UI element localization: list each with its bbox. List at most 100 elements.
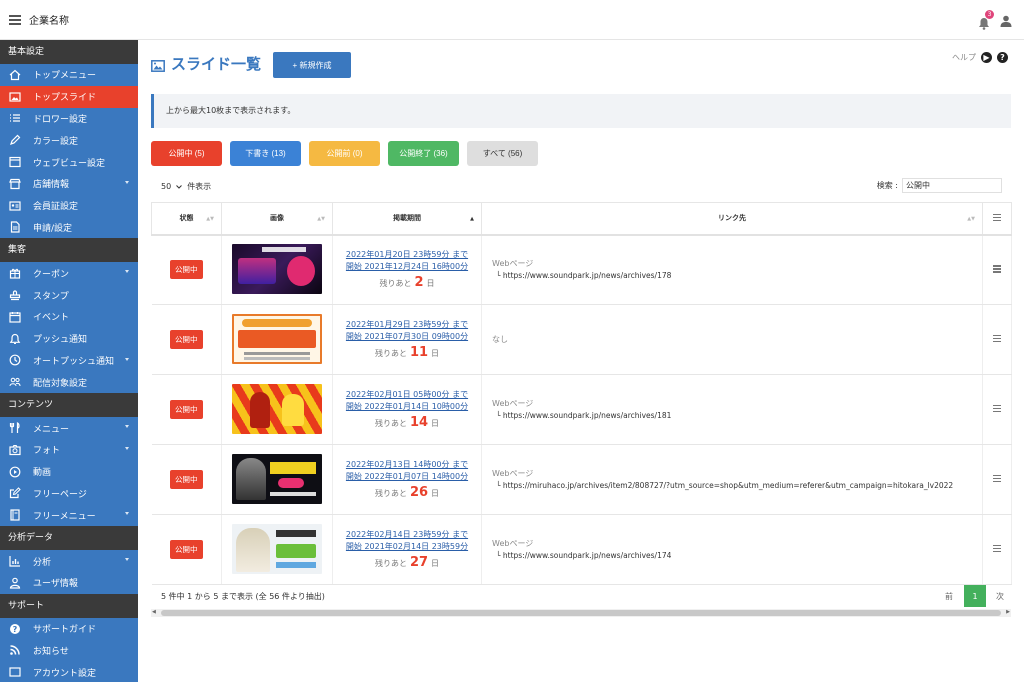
- sidebar-item[interactable]: お知らせ: [0, 640, 138, 662]
- period-end-link[interactable]: 2022年02月01日 05時00分 まで: [333, 389, 481, 401]
- sidebar-item[interactable]: 店舗情報: [0, 173, 138, 195]
- row-menu-icon[interactable]: [993, 403, 1001, 414]
- column-header-link[interactable]: リンク先 ▲▼: [481, 202, 983, 236]
- camera-icon: [9, 444, 21, 456]
- status-filters: 公開中 (5) 下書き (13) 公開前 (0) 公開終了 (36) すべて (56): [151, 141, 538, 166]
- next-page-button[interactable]: 次: [986, 591, 1014, 602]
- status-filter-button[interactable]: 下書き (13): [230, 141, 301, 166]
- calendar-icon: [9, 311, 21, 323]
- help-link[interactable]: ヘルプ: [952, 52, 976, 63]
- caret-down-icon: [125, 446, 129, 450]
- status-badge[interactable]: 公開中: [170, 260, 203, 280]
- sidebar-section-title: 集客: [0, 238, 138, 263]
- status-filter-button[interactable]: 公開終了 (36): [388, 141, 459, 166]
- page-length-select[interactable]: 50: [161, 182, 183, 191]
- sidebar-item[interactable]: フォト: [0, 439, 138, 461]
- status-filter-button[interactable]: 公開前 (0): [309, 141, 380, 166]
- sidebar-item[interactable]: フリーページ: [0, 483, 138, 505]
- sidebar-item[interactable]: 動画: [0, 461, 138, 483]
- row-menu-icon[interactable]: [993, 543, 1001, 554]
- period-start-link[interactable]: 開始 2021年07月30日 09時00分: [333, 331, 481, 343]
- slide-thumbnail[interactable]: [232, 523, 322, 574]
- user-account-icon[interactable]: [1000, 12, 1012, 31]
- sidebar-item[interactable]: トップスライド: [0, 85, 138, 108]
- sidebar-item[interactable]: トップメニュー: [0, 64, 138, 86]
- new-create-button[interactable]: + 新規作成: [273, 52, 351, 78]
- slide-thumbnail[interactable]: [232, 383, 322, 434]
- period-start-link[interactable]: 開始 2021年12月24日 16時00分: [333, 261, 481, 273]
- status-badge[interactable]: 公開中: [170, 470, 203, 489]
- sidebar-item[interactable]: カラー設定: [0, 129, 138, 151]
- table-info: 5 件中 1 から 5 まで表示 (全 56 件より抽出): [161, 592, 325, 601]
- play-icon[interactable]: ▶: [981, 52, 992, 63]
- sidebar-item-label: メニュー: [33, 424, 70, 435]
- period-end-link[interactable]: 2022年01月20日 23時59分 まで: [333, 249, 481, 261]
- question-icon[interactable]: ?: [997, 52, 1008, 63]
- sidebar-item-label: サポートガイド: [33, 625, 97, 636]
- slide-thumbnail[interactable]: [232, 243, 322, 294]
- sidebar-section-title: コンテンツ: [0, 393, 138, 418]
- image-title-icon: [151, 57, 165, 76]
- column-menu-icon: [993, 212, 1001, 223]
- sidebar-item[interactable]: 申請/設定: [0, 217, 138, 239]
- slide-thumbnail[interactable]: [232, 313, 322, 364]
- sidebar-item[interactable]: 分析: [0, 550, 138, 572]
- scroll-left-icon[interactable]: ◀: [152, 609, 156, 615]
- sidebar-item[interactable]: ユーザ情報: [0, 572, 138, 594]
- prev-page-button[interactable]: 前: [934, 591, 964, 602]
- sidebar-item[interactable]: 会員証設定: [0, 195, 138, 217]
- status-filter-button[interactable]: すべて (56): [467, 141, 538, 166]
- sort-icon: ▲▼: [317, 216, 325, 222]
- sidebar-item[interactable]: プッシュ通知: [0, 328, 138, 350]
- company-name: 企業名称: [29, 16, 69, 27]
- status-badge[interactable]: 公開中: [170, 330, 203, 349]
- period-end-link[interactable]: 2022年02月14日 23時59分 まで: [333, 529, 481, 541]
- status-badge[interactable]: 公開中: [170, 540, 203, 559]
- status-filter-button[interactable]: 公開中 (5): [151, 141, 222, 166]
- sidebar-item[interactable]: オートプッシュ通知: [0, 350, 138, 372]
- remaining-days: 残りあと 2 日: [379, 275, 435, 291]
- sidebar-item[interactable]: クーポン: [0, 262, 138, 284]
- column-header-period[interactable]: 掲載期間 ▲: [332, 202, 482, 236]
- search-label: 検索 :: [876, 181, 898, 190]
- sidebar-item[interactable]: 配信対象設定: [0, 371, 138, 393]
- hamburger-menu-icon[interactable]: [9, 14, 21, 25]
- sidebar-item[interactable]: ? サポートガイド: [0, 618, 138, 640]
- search-input[interactable]: [902, 178, 1002, 193]
- sidebar-item[interactable]: ドロワー設定: [0, 108, 138, 130]
- scrollbar-thumb[interactable]: [161, 610, 1001, 616]
- file-icon: [9, 221, 21, 234]
- scroll-right-icon[interactable]: ▶: [1006, 609, 1010, 615]
- sidebar-item[interactable]: スタンプ: [0, 284, 138, 306]
- status-badge[interactable]: 公開中: [170, 400, 203, 419]
- period-start-link[interactable]: 開始 2022年01月14日 10時00分: [333, 401, 481, 413]
- page-1-button[interactable]: 1: [964, 585, 986, 607]
- caret-down-icon: [125, 558, 129, 562]
- row-menu-icon[interactable]: [993, 473, 1001, 484]
- period-start-link[interactable]: 開始 2021年02月14日 23時59分: [333, 541, 481, 553]
- horizontal-scrollbar[interactable]: ◀ ▶: [151, 609, 1011, 617]
- sidebar-item[interactable]: フリーメニュー: [0, 504, 138, 526]
- clock-icon: [9, 354, 21, 366]
- column-header-image[interactable]: 画像 ▲▼: [221, 202, 333, 236]
- remaining-days: 残りあと 27 日: [374, 555, 440, 570]
- sidebar-item[interactable]: イベント: [0, 306, 138, 328]
- column-header-menu[interactable]: [982, 202, 1012, 236]
- notification-bell-icon[interactable]: 3: [978, 10, 994, 30]
- column-header-status[interactable]: 状態 ▲▼: [151, 202, 222, 236]
- period-end-link[interactable]: 2022年01月29日 23時59分 まで: [333, 319, 481, 331]
- question-icon: ?: [9, 623, 21, 635]
- caret-down-icon: [125, 512, 129, 516]
- sidebar-item[interactable]: メニュー: [0, 417, 138, 439]
- row-menu-icon[interactable]: [993, 264, 1001, 275]
- slide-thumbnail[interactable]: [232, 453, 322, 504]
- row-menu-icon[interactable]: [993, 333, 1001, 344]
- notice-message: 上から最大10枚まで表示されます。: [151, 94, 1011, 128]
- sidebar-item-label: 会員証設定: [33, 202, 79, 213]
- table-row: 公開中 2022年02月13日 14時00分 まで 開始 2022年01月07日 …: [151, 444, 1012, 515]
- users-icon: [9, 376, 21, 388]
- sidebar-item[interactable]: ウェブビュー設定: [0, 151, 138, 173]
- sidebar-item[interactable]: アカウント設定: [0, 661, 138, 682]
- period-start-link[interactable]: 開始 2022年01月07日 14時00分: [333, 471, 481, 483]
- period-end-link[interactable]: 2022年02月13日 14時00分 まで: [333, 459, 481, 471]
